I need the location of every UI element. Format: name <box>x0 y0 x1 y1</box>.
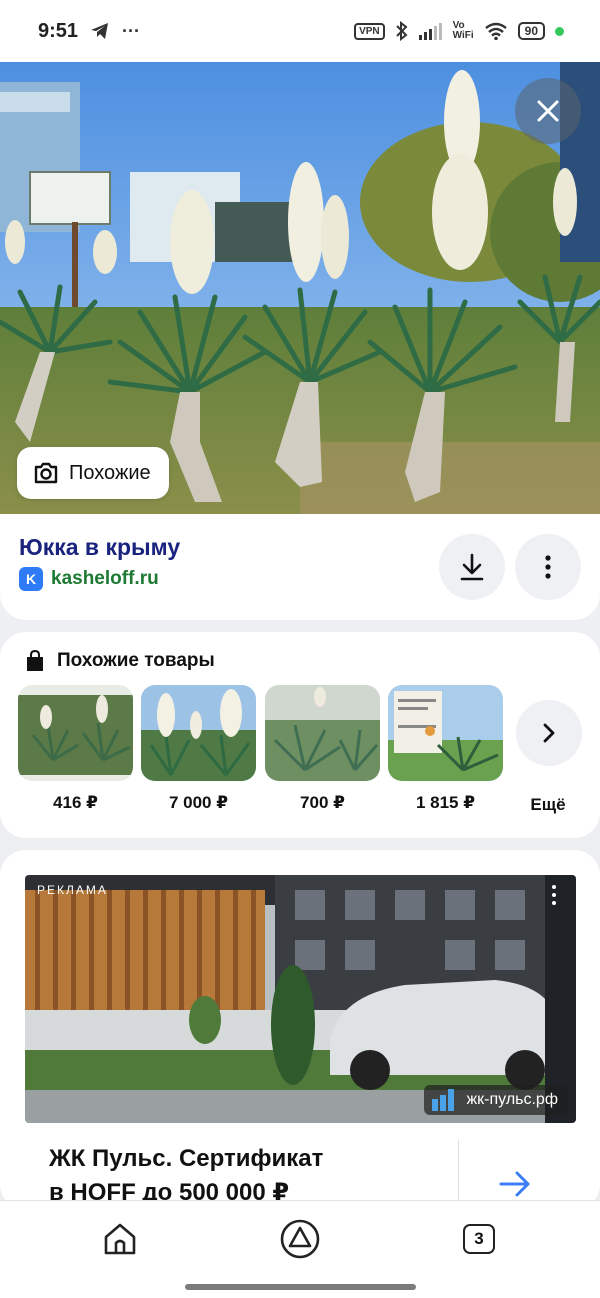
alice-icon <box>280 1219 320 1259</box>
product-image <box>265 685 380 781</box>
tab-count: 3 <box>463 1224 495 1254</box>
ad-label: РЕКЛАМА <box>37 883 108 897</box>
similar-products-card: Похожие товары 416 ₽ 7 000 ₽ 700 ₽ 1 815… <box>0 632 600 838</box>
more-vertical-icon <box>545 555 551 579</box>
result-info-card: Юкка в крыму K kasheloff.ru <box>0 514 600 620</box>
telegram-icon <box>91 23 109 39</box>
shopping-bag-icon <box>27 650 43 671</box>
product-item[interactable]: 1 815 ₽ <box>388 685 503 813</box>
tabs-button[interactable]: 3 <box>457 1217 501 1261</box>
more-products-button[interactable] <box>516 700 582 766</box>
similar-images-button[interactable]: Похожие <box>17 447 169 499</box>
more-options-button[interactable] <box>515 534 581 600</box>
ad-domain-badge[interactable]: жк-пульс.рф <box>424 1085 568 1115</box>
download-icon <box>460 553 484 581</box>
close-icon <box>537 100 559 122</box>
product-price: 7 000 ₽ <box>168 793 229 812</box>
product-image <box>141 685 256 781</box>
chevron-right-icon <box>543 723 555 743</box>
arrow-right-icon <box>499 1171 530 1197</box>
home-button[interactable] <box>98 1217 142 1261</box>
source-domain: kasheloff.ru <box>51 568 159 589</box>
product-image <box>18 685 133 781</box>
product-image <box>388 685 503 781</box>
source-favicon: K <box>19 567 43 591</box>
camera-search-icon <box>34 462 58 484</box>
ad-domain-text: жк-пульс.рф <box>466 1091 558 1108</box>
vowifi-icon: Vo WiFi <box>452 20 474 41</box>
signal-icon <box>418 23 442 40</box>
battery-icon: 90 <box>517 22 545 40</box>
vpn-icon: VPN <box>354 22 385 40</box>
wifi-icon <box>484 22 507 40</box>
result-image[interactable]: Похожие <box>0 62 600 514</box>
ad-open-button[interactable] <box>498 1170 532 1203</box>
status-bar: 9:51 ··· VPN Vo WiFi 90 <box>0 0 600 62</box>
gesture-bar[interactable] <box>185 1284 416 1290</box>
brand-logo-icon <box>432 1089 455 1111</box>
products-heading-text: Похожие товары <box>57 650 215 671</box>
product-item[interactable]: 7 000 ₽ <box>141 685 256 813</box>
alice-assistant-button[interactable] <box>278 1217 322 1261</box>
product-price: 416 ₽ <box>53 793 98 812</box>
product-item[interactable]: 700 ₽ <box>265 685 380 813</box>
products-heading: Похожие товары <box>25 650 215 672</box>
privacy-indicator-icon <box>555 26 564 36</box>
download-button[interactable] <box>439 534 505 600</box>
home-icon <box>104 1223 136 1255</box>
result-source[interactable]: K kasheloff.ru <box>19 567 159 591</box>
ad-title-line: ЖК Пульс. Сертификат <box>49 1145 324 1172</box>
result-title-link[interactable]: Юкка в крыму <box>19 534 180 561</box>
bottom-navigation: 3 <box>0 1200 600 1298</box>
similar-label: Похожие <box>69 461 151 484</box>
more-notifications-icon: ··· <box>122 20 141 41</box>
product-item[interactable]: 416 ₽ <box>18 685 133 813</box>
clock: 9:51 <box>38 19 79 42</box>
ad-menu-icon[interactable] <box>544 885 564 905</box>
product-price: 700 ₽ <box>300 793 345 812</box>
ad-image[interactable]: РЕКЛАМА жк-пульс.рф <box>25 875 576 1123</box>
close-button[interactable] <box>515 78 581 144</box>
ad-card[interactable]: РЕКЛАМА жк-пульс.рф ЖК Пульс. Сертификат… <box>0 850 600 1210</box>
more-products-label[interactable]: Ещё <box>518 795 578 815</box>
product-price: 1 815 ₽ <box>415 793 476 812</box>
bluetooth-icon <box>395 21 408 41</box>
